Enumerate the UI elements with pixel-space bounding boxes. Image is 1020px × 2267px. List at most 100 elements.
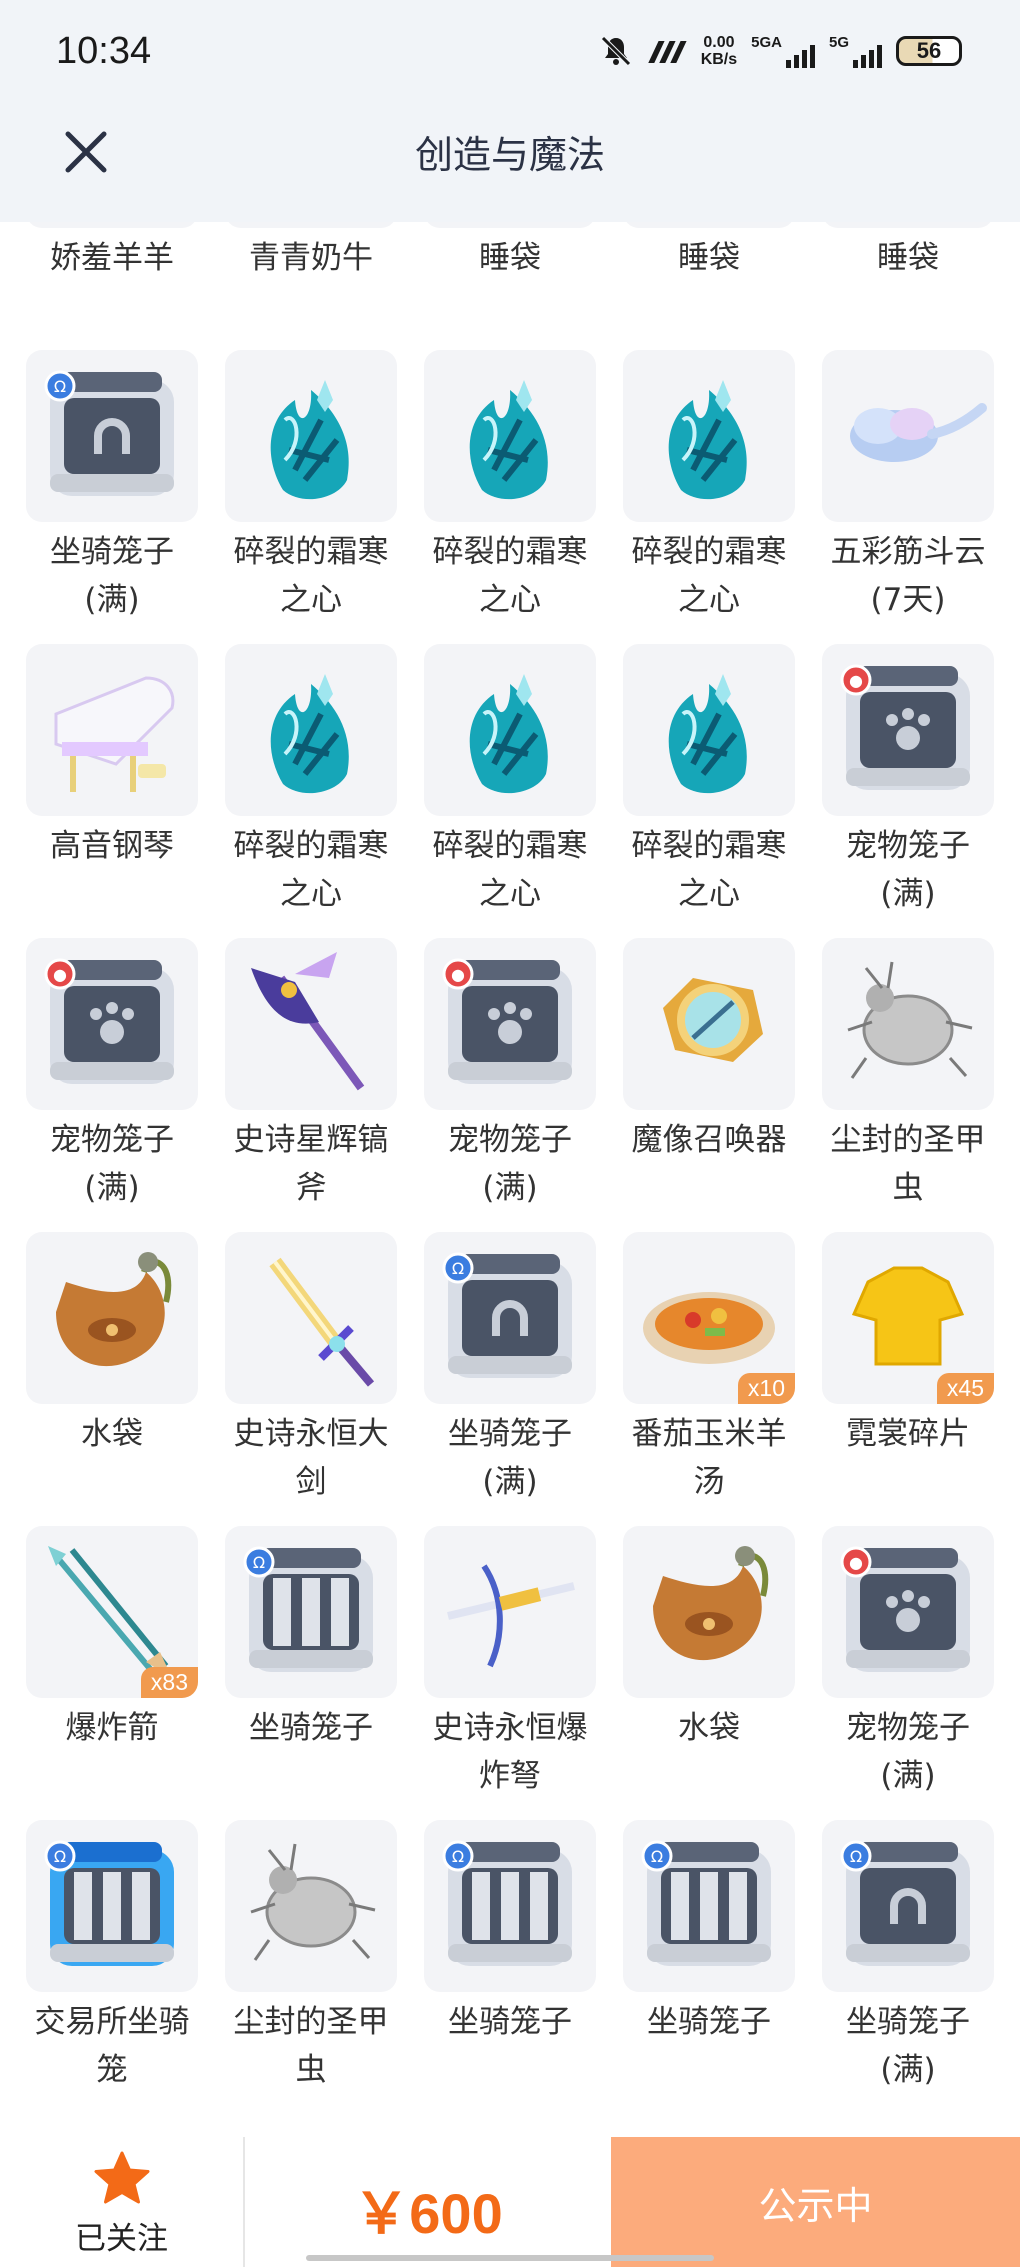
cage-mount-full-icon: Ω bbox=[840, 1840, 970, 1966]
item-name: 坐骑笼子 (满) bbox=[50, 534, 174, 618]
item-name: 睡袋 bbox=[678, 240, 740, 276]
item-name: 史诗星辉镐 斧 bbox=[233, 1122, 389, 1206]
item-name: 碎裂的霜寒 之心 bbox=[432, 828, 588, 912]
item-card[interactable]: 碎裂的霜寒 之心 bbox=[424, 350, 596, 644]
item-card[interactable]: 睡袋 bbox=[822, 222, 994, 350]
svg-text:●: ● bbox=[849, 1553, 863, 1572]
item-thumbnail bbox=[623, 644, 795, 816]
net-speed: 0.00 KB/s bbox=[701, 34, 737, 68]
item-thumbnail: x10 bbox=[623, 1232, 795, 1404]
item-name: 坐骑笼子 (满) bbox=[448, 1416, 572, 1500]
item-card[interactable]: 水袋 bbox=[623, 1526, 795, 1820]
item-card[interactable]: Ω 坐骑笼子 bbox=[225, 1526, 397, 1820]
item-count-badge: x45 bbox=[936, 1373, 994, 1404]
item-name: 魔像召唤器 bbox=[631, 1122, 787, 1158]
mute-bell-icon bbox=[600, 36, 631, 66]
status-button[interactable]: 公示中 bbox=[611, 2137, 1020, 2267]
item-card[interactable]: 高音钢琴 bbox=[26, 644, 198, 938]
frost-icon bbox=[668, 380, 747, 500]
item-thumbnail bbox=[822, 222, 994, 228]
item-card[interactable]: ● 宠物笼子 (满) bbox=[26, 938, 198, 1232]
item-card[interactable]: 碎裂的霜寒 之心 bbox=[623, 350, 795, 644]
item-card[interactable]: 魔像召唤器 bbox=[623, 938, 795, 1232]
status-bar: 10:34 0.00 KB/s 5GA 5G 56 bbox=[0, 0, 1020, 110]
item-thumbnail bbox=[26, 1232, 198, 1404]
item-name: 碎裂的霜寒 之心 bbox=[432, 534, 588, 618]
item-card[interactable]: 碎裂的霜寒 之心 bbox=[225, 350, 397, 644]
bag-icon bbox=[424, 222, 596, 228]
item-name: 碎裂的霜寒 之心 bbox=[631, 828, 787, 912]
cage-mount-icon: Ω bbox=[641, 1840, 771, 1966]
follow-button[interactable]: 已关注 bbox=[0, 2137, 243, 2267]
frost-icon bbox=[270, 674, 349, 794]
item-card[interactable]: ● 宠物笼子 (满) bbox=[424, 938, 596, 1232]
item-thumbnail: Ω bbox=[424, 1232, 596, 1404]
item-card[interactable]: 史诗永恒爆 炸弩 bbox=[424, 1526, 596, 1820]
item-card[interactable]: 睡袋 bbox=[424, 222, 596, 350]
page-header: 创造与魔法 bbox=[0, 110, 1020, 222]
item-card[interactable]: 娇羞羊羊 bbox=[26, 222, 198, 350]
item-count-badge: x10 bbox=[737, 1373, 795, 1404]
item-name: 宠物笼子 (满) bbox=[50, 1122, 174, 1206]
item-card[interactable]: x83 爆炸箭 bbox=[26, 1526, 198, 1820]
item-card[interactable]: ● 宠物笼子 (满) bbox=[822, 644, 994, 938]
item-name: 高音钢琴 bbox=[50, 828, 174, 864]
item-card[interactable]: Ω 坐骑笼子 bbox=[424, 1820, 596, 2114]
signal-5ga-label: 5GA bbox=[751, 34, 782, 51]
item-name: 史诗永恒大 剑 bbox=[233, 1416, 389, 1500]
cage-pet-icon: ● bbox=[44, 958, 174, 1084]
item-card[interactable]: 尘封的圣甲 虫 bbox=[822, 938, 994, 1232]
item-name: 坐骑笼子 (满) bbox=[846, 2004, 970, 2088]
item-card[interactable]: x45 霓裳碎片 bbox=[822, 1232, 994, 1526]
frost-icon bbox=[469, 674, 548, 794]
item-grid-scroll[interactable]: 娇羞羊羊 青青奶牛 睡袋 睡袋 睡袋 Ω 坐骑笼子 (满) 碎裂的霜寒 之心 碎裂的霜寒… bbox=[0, 222, 1020, 2137]
summoner-icon bbox=[663, 978, 763, 1062]
item-card[interactable]: 史诗星辉镐 斧 bbox=[225, 938, 397, 1232]
item-thumbnail: ● bbox=[822, 644, 994, 816]
item-card[interactable]: 碎裂的霜寒 之心 bbox=[424, 644, 596, 938]
item-card[interactable]: Ω 坐骑笼子 (满) bbox=[424, 1232, 596, 1526]
bag-icon bbox=[623, 222, 795, 228]
item-card[interactable]: ● 宠物笼子 (满) bbox=[822, 1526, 994, 1820]
item-card[interactable]: 史诗永恒大 剑 bbox=[225, 1232, 397, 1526]
waterbag-icon bbox=[56, 1252, 172, 1367]
star-icon bbox=[94, 2151, 150, 2204]
cage-mount-icon: Ω bbox=[243, 1546, 373, 1672]
item-name: 宠物笼子 (满) bbox=[448, 1122, 572, 1206]
item-card[interactable]: 水袋 bbox=[26, 1232, 198, 1526]
svg-text:Ω: Ω bbox=[850, 1847, 862, 1866]
cage-pet-icon: ● bbox=[840, 664, 970, 790]
item-thumbnail bbox=[225, 222, 397, 228]
svg-text:Ω: Ω bbox=[452, 1259, 464, 1278]
svg-text:Ω: Ω bbox=[54, 377, 66, 396]
item-name: 尘封的圣甲 虫 bbox=[830, 1122, 986, 1206]
item-thumbnail: ● bbox=[822, 1526, 994, 1698]
cage-mount-full-icon: Ω bbox=[44, 370, 174, 496]
item-card[interactable]: 碎裂的霜寒 之心 bbox=[623, 644, 795, 938]
item-card[interactable]: 五彩筋斗云 (7天) bbox=[822, 350, 994, 644]
svg-text:Ω: Ω bbox=[253, 1553, 265, 1572]
axe-icon bbox=[251, 952, 365, 1091]
item-card[interactable]: Ω 交易所坐骑 笼 bbox=[26, 1820, 198, 2114]
svg-text:●: ● bbox=[53, 965, 67, 984]
item-card[interactable]: Ω 坐骑笼子 (满) bbox=[822, 1820, 994, 2114]
item-thumbnail: Ω bbox=[225, 1526, 397, 1698]
item-card[interactable]: 尘封的圣甲 虫 bbox=[225, 1820, 397, 2114]
item-thumbnail: ● bbox=[424, 938, 596, 1110]
item-card[interactable]: Ω 坐骑笼子 bbox=[623, 1820, 795, 2114]
item-thumbnail bbox=[822, 350, 994, 522]
item-card[interactable]: Ω 坐骑笼子 (满) bbox=[26, 350, 198, 644]
item-card[interactable]: 青青奶牛 bbox=[225, 222, 397, 350]
item-thumbnail bbox=[623, 222, 795, 228]
signal-bars-icon bbox=[785, 45, 815, 68]
item-card[interactable]: 碎裂的霜寒 之心 bbox=[225, 644, 397, 938]
item-name: 坐骑笼子 bbox=[249, 1710, 373, 1746]
beetle-icon bbox=[847, 961, 973, 1079]
item-thumbnail bbox=[225, 1232, 397, 1404]
item-thumbnail: Ω bbox=[623, 1820, 795, 1992]
item-card[interactable]: 睡袋 bbox=[623, 222, 795, 350]
item-card[interactable]: x10 番茄玉米羊 汤 bbox=[623, 1232, 795, 1526]
home-indicator[interactable] bbox=[306, 2255, 714, 2261]
item-name: 坐骑笼子 bbox=[647, 2004, 771, 2040]
item-thumbnail bbox=[623, 1526, 795, 1698]
